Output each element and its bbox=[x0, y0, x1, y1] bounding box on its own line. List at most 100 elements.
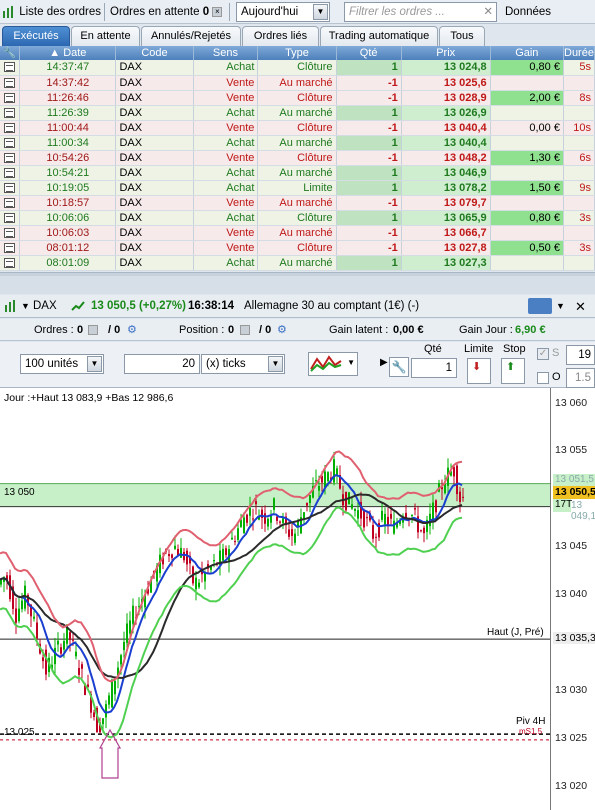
order-detail-icon[interactable] bbox=[0, 195, 21, 211]
qty-input[interactable]: 1 bbox=[411, 358, 457, 378]
order-detail-icon[interactable] bbox=[0, 165, 21, 181]
price-chart[interactable]: Jour :+Haut 13 083,9 +Bas 12 986,6 13 05… bbox=[0, 388, 595, 810]
table-row[interactable]: 08:01:09 DAX Achat Au marché 1 13 027,3 bbox=[0, 255, 595, 271]
s-checkbox[interactable]: ✓ bbox=[537, 348, 549, 360]
col-price[interactable]: Prix bbox=[401, 46, 491, 60]
table-row[interactable]: 08:01:12 DAX Vente Clôture -1 13 027,8 0,50 €3… bbox=[0, 240, 595, 256]
gear-icon[interactable]: ⚙ bbox=[277, 319, 287, 341]
col-code[interactable]: Code bbox=[115, 46, 194, 60]
document-icon[interactable] bbox=[4, 227, 16, 238]
stop-order-button[interactable]: ⬆ bbox=[501, 358, 525, 384]
table-row[interactable]: 11:26:46 DAX Vente Clôture -1 13 028,9 2,00 €8… bbox=[0, 90, 595, 106]
chart-canvas[interactable] bbox=[0, 388, 550, 810]
order-detail-icon[interactable] bbox=[0, 60, 21, 76]
indicator-button[interactable]: ▼ bbox=[308, 352, 358, 376]
pending-orders-tab[interactable]: Ordres en attente 0 × bbox=[110, 0, 223, 24]
table-row[interactable]: 11:00:34 DAX Achat Au marché 1 13 040,4 bbox=[0, 135, 595, 151]
table-row[interactable]: 14:37:47 DAX Achat Clôture 1 13 024,8 0,80 €5s bbox=[0, 60, 595, 76]
table-row[interactable]: 11:00:44 DAX Vente Clôture -1 13 040,4 0,00 €1… bbox=[0, 120, 595, 136]
document-icon[interactable] bbox=[4, 62, 16, 73]
candle-body bbox=[114, 680, 116, 695]
table-row[interactable]: 10:19:05 DAX Achat Limite 1 13 078,2 1,50 €9s bbox=[0, 180, 595, 196]
filter-orders-input[interactable]: Filtrer les ordres ... ✕ bbox=[344, 2, 497, 22]
orders-list-tab[interactable]: Liste des ordres bbox=[2, 0, 101, 24]
col-date[interactable]: ▲ Date bbox=[19, 46, 117, 60]
order-detail-icon[interactable] bbox=[0, 120, 21, 136]
tab-pending[interactable]: En attente bbox=[71, 26, 140, 47]
orders-label: Ordres : bbox=[34, 324, 74, 336]
document-icon[interactable] bbox=[4, 242, 16, 253]
chevron-down-icon[interactable]: ▼ bbox=[87, 356, 102, 372]
o-input[interactable]: 1.5 bbox=[566, 368, 595, 388]
document-icon[interactable] bbox=[4, 122, 16, 133]
o-checkbox[interactable] bbox=[537, 372, 549, 384]
chevron-down-icon[interactable]: ▼ bbox=[268, 356, 283, 372]
keyboard-icon[interactable] bbox=[528, 298, 552, 314]
order-detail-icon[interactable] bbox=[0, 90, 21, 106]
order-detail-icon[interactable] bbox=[0, 105, 21, 121]
table-row[interactable]: 10:06:03 DAX Vente Au marché -1 13 066,7 bbox=[0, 225, 595, 241]
sort-asc-icon: ▲ bbox=[49, 46, 61, 59]
ticks-unit-select[interactable]: (x) ticks ▼ bbox=[201, 354, 285, 374]
order-detail-icon[interactable] bbox=[0, 255, 21, 271]
haut-label: Haut (J, Pré) bbox=[487, 627, 544, 638]
units-select[interactable]: 100 unités ▼ bbox=[20, 354, 104, 374]
col-sens[interactable]: Sens bbox=[193, 46, 259, 60]
chevron-down-icon[interactable]: ▼ bbox=[347, 358, 355, 367]
table-row[interactable]: 10:54:26 DAX Vente Clôture -1 13 048,2 1,30 €6… bbox=[0, 150, 595, 166]
close-position-icon[interactable] bbox=[240, 325, 250, 335]
tab-auto-trading[interactable]: Trading automatique bbox=[320, 26, 438, 47]
table-row[interactable]: 11:26:39 DAX Achat Au marché 1 13 026,9 bbox=[0, 105, 595, 121]
order-detail-icon[interactable] bbox=[0, 225, 21, 241]
document-icon[interactable] bbox=[4, 197, 16, 208]
data-menu[interactable]: Données bbox=[505, 0, 551, 24]
document-icon[interactable] bbox=[4, 92, 16, 103]
order-detail-icon[interactable] bbox=[0, 75, 21, 91]
candle-body bbox=[132, 605, 134, 624]
dropdown-arrow-icon[interactable]: ▼ bbox=[21, 295, 30, 318]
tab-cancelled[interactable]: Annulés/Rejetés bbox=[141, 26, 241, 47]
period-select[interactable]: Aujourd'hui ▼ bbox=[236, 2, 330, 22]
col-gain[interactable]: Gain bbox=[490, 46, 564, 60]
ticks-input[interactable]: 20 bbox=[124, 354, 200, 374]
cancel-orders-icon[interactable] bbox=[88, 325, 98, 335]
order-detail-icon[interactable] bbox=[0, 150, 21, 166]
col-type[interactable]: Type bbox=[257, 46, 337, 60]
document-icon[interactable] bbox=[4, 257, 16, 268]
document-icon[interactable] bbox=[4, 137, 16, 148]
panel-splitter[interactable] bbox=[0, 272, 595, 294]
tab-executed[interactable]: Exécutés bbox=[2, 26, 70, 47]
table-row[interactable]: 10:54:21 DAX Achat Au marché 1 13 046,9 bbox=[0, 165, 595, 181]
table-row[interactable]: 10:18:57 DAX Vente Au marché -1 13 079,7 bbox=[0, 195, 595, 211]
instrument-name[interactable]: DAX bbox=[33, 295, 57, 318]
tab-linked[interactable]: Ordres liés bbox=[242, 26, 319, 47]
limit-order-button[interactable]: ⬇ bbox=[467, 358, 491, 384]
document-icon[interactable] bbox=[4, 107, 16, 118]
document-icon[interactable] bbox=[4, 182, 16, 193]
document-icon[interactable] bbox=[4, 167, 16, 178]
chevron-down-icon[interactable]: ▼ bbox=[313, 4, 328, 20]
order-detail-icon[interactable] bbox=[0, 135, 21, 151]
order-detail-icon[interactable] bbox=[0, 210, 21, 226]
wrench-button[interactable]: 🔧 bbox=[389, 357, 409, 377]
collapse-arrow-icon[interactable]: ▶ bbox=[380, 357, 388, 368]
close-tab-icon[interactable]: × bbox=[212, 6, 223, 17]
document-icon[interactable] bbox=[4, 152, 16, 163]
wrench-icon[interactable]: 🔧 bbox=[3, 47, 17, 59]
close-icon[interactable]: ✕ bbox=[575, 295, 586, 318]
document-icon[interactable] bbox=[4, 77, 16, 88]
col-qty[interactable]: Qté bbox=[336, 46, 402, 60]
table-row[interactable]: 14:37:42 DAX Vente Au marché -1 13 025,6 bbox=[0, 75, 595, 91]
chevron-down-icon[interactable]: ▼ bbox=[556, 295, 565, 318]
order-detail-icon[interactable] bbox=[0, 240, 21, 256]
price-axis[interactable]: 13 060 13 055 13 045 13 040 13 030 13 02… bbox=[550, 388, 595, 810]
table-row[interactable]: 10:06:06 DAX Achat Clôture 1 13 065,9 0,80 €3s bbox=[0, 210, 595, 226]
gear-icon[interactable]: ⚙ bbox=[127, 319, 137, 341]
tab-all[interactable]: Tous bbox=[439, 26, 485, 47]
order-detail-icon[interactable] bbox=[0, 180, 21, 196]
col-duration[interactable]: Durée bbox=[563, 46, 595, 60]
document-icon[interactable] bbox=[4, 212, 16, 223]
clear-filter-icon[interactable]: ✕ bbox=[483, 3, 493, 21]
settings-column[interactable]: 🔧 bbox=[0, 46, 21, 60]
s-input[interactable]: 19 bbox=[566, 345, 595, 365]
